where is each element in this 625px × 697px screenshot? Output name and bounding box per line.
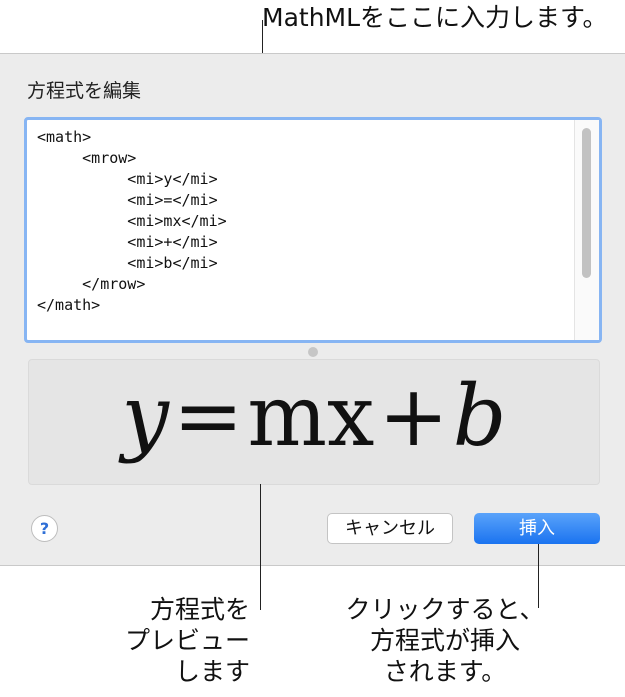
code-line: <mi>b</mi> xyxy=(37,254,218,272)
scrollbar-thumb[interactable] xyxy=(582,128,591,278)
mathml-code[interactable]: <math> <mrow> <mi>y</mi> <mi>=</mi> <mi>… xyxy=(37,127,227,316)
equation-preview: y=mx+b xyxy=(28,359,600,485)
formula-mx: mx xyxy=(247,367,375,465)
code-line: <mi>=</mi> xyxy=(37,191,218,209)
code-line: <mi>+</mi> xyxy=(37,233,218,251)
code-line: </math> xyxy=(37,296,101,314)
callout-line-preview xyxy=(260,484,261,610)
callout-insert-line: されます。 xyxy=(383,657,507,686)
formula-equals: = xyxy=(172,367,244,465)
code-line: <mrow> xyxy=(37,149,137,167)
callout-preview-line: プレビュー xyxy=(124,626,250,655)
cancel-button[interactable]: キャンセル xyxy=(327,513,453,544)
callout-mathml-input: MathMLをここに入力します。 xyxy=(262,3,608,32)
formula-b: b xyxy=(452,367,507,465)
dialog-title: 方程式を編集 xyxy=(27,80,142,102)
code-line: </mrow> xyxy=(37,275,146,293)
callout-insert-line: クリックすると、 xyxy=(345,595,545,624)
code-line: <math> xyxy=(37,128,92,146)
split-resize-handle[interactable] xyxy=(308,347,318,357)
equation-dialog: 方程式を編集 <math> <mrow> <mi>y</mi> <mi>=</m… xyxy=(0,53,625,566)
editor-scrollbar[interactable] xyxy=(574,120,599,340)
insert-button[interactable]: 挿入 xyxy=(474,513,600,544)
help-button[interactable]: ? xyxy=(31,515,58,542)
callout-preview-line: 方程式を xyxy=(149,595,250,624)
callout-preview-line: します xyxy=(174,657,250,686)
code-line: <mi>y</mi> xyxy=(37,170,218,188)
mathml-editor[interactable]: <math> <mrow> <mi>y</mi> <mi>=</mi> <mi>… xyxy=(24,117,602,343)
callout-insert-line: 方程式が挿入 xyxy=(369,626,520,655)
formula-plus: + xyxy=(378,367,449,465)
callout-insert: クリックすると、 方程式が挿入 されます。 xyxy=(330,594,560,687)
preview-formula: y=mx+b xyxy=(29,366,599,466)
code-line: <mi>mx</mi> xyxy=(37,212,227,230)
formula-y: y xyxy=(121,367,169,465)
callout-preview: 方程式を プレビュー します xyxy=(100,594,250,687)
